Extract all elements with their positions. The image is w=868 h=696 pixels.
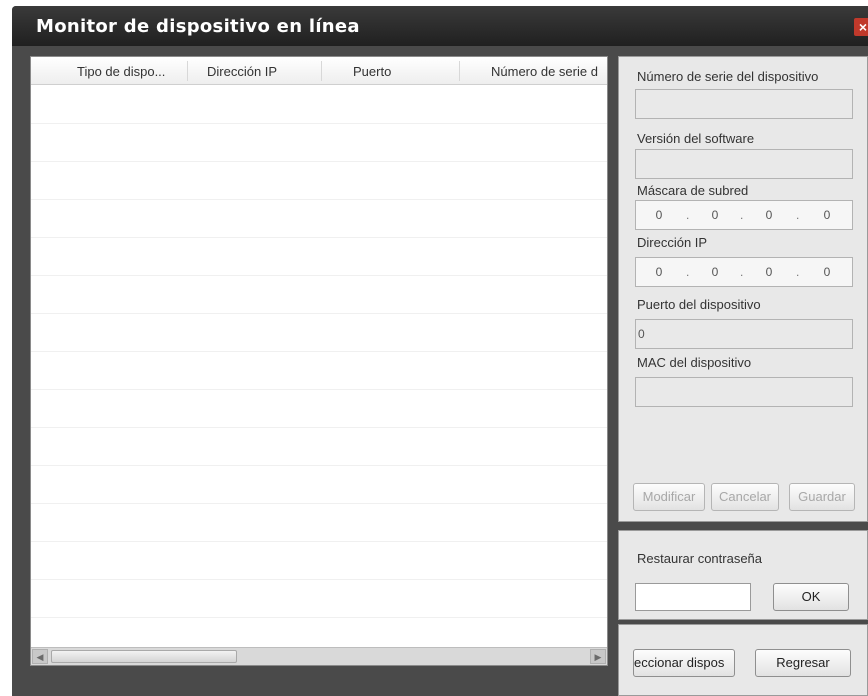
row-divider	[31, 351, 607, 352]
octet-dot: .	[740, 208, 744, 222]
back-button[interactable]: Regresar	[755, 649, 851, 677]
horizontal-scrollbar[interactable]: ◀ ▶	[31, 647, 607, 665]
octet-dot: .	[740, 265, 744, 279]
column-header-ip-address[interactable]: Dirección IP	[207, 64, 307, 79]
device-list[interactable]: Tipo de dispo... Dirección IP Puerto Núm…	[30, 56, 608, 666]
row-divider	[31, 617, 607, 618]
serial-number-label: Número de serie del dispositivo	[637, 69, 819, 84]
list-rows	[31, 85, 607, 649]
save-button[interactable]: Guardar	[789, 483, 855, 511]
row-divider	[31, 237, 607, 238]
row-divider	[31, 275, 607, 276]
row-divider	[31, 199, 607, 200]
software-version-field[interactable]	[635, 149, 853, 179]
subnet-octet[interactable]: 0	[700, 208, 730, 222]
cancel-button[interactable]: Cancelar	[711, 483, 779, 511]
octet-dot: .	[796, 265, 800, 279]
window-title: Monitor de dispositivo en línea	[36, 16, 360, 37]
device-details-panel: Número de serie del dispositivo Versión …	[618, 56, 868, 522]
device-mac-label: MAC del dispositivo	[637, 355, 752, 370]
ip-address-field[interactable]: 0 . 0 . 0 . 0	[635, 257, 853, 287]
ip-octet[interactable]: 0	[700, 265, 730, 279]
column-header-port[interactable]: Puerto	[353, 64, 433, 79]
column-separator[interactable]	[321, 61, 322, 81]
row-divider	[31, 123, 607, 124]
ip-octet[interactable]: 0	[812, 265, 842, 279]
select-device-button[interactable]: eccionar dispos	[633, 649, 735, 677]
scroll-right-icon[interactable]: ▶	[590, 649, 606, 664]
row-divider	[31, 541, 607, 542]
row-divider	[31, 503, 607, 504]
device-port-label: Puerto del dispositivo	[637, 297, 761, 312]
row-divider	[31, 427, 607, 428]
column-header-device-type[interactable]: Tipo de dispo...	[77, 64, 179, 79]
scroll-thumb[interactable]	[51, 650, 237, 663]
row-divider	[31, 389, 607, 390]
column-separator[interactable]	[459, 61, 460, 81]
row-divider	[31, 465, 607, 466]
software-version-label: Versión del software	[637, 131, 755, 146]
modify-button[interactable]: Modificar	[633, 483, 705, 511]
row-divider	[31, 579, 607, 580]
restore-password-label: Restaurar contraseña	[637, 551, 763, 566]
ok-button[interactable]: OK	[773, 583, 849, 611]
subnet-octet[interactable]: 0	[644, 208, 674, 222]
ip-octet[interactable]: 0	[754, 265, 784, 279]
subnet-mask-field[interactable]: 0 . 0 . 0 . 0	[635, 200, 853, 230]
octet-dot: .	[686, 265, 690, 279]
subnet-octet[interactable]: 0	[754, 208, 784, 222]
ip-octet[interactable]: 0	[644, 265, 674, 279]
octet-dot: .	[686, 208, 690, 222]
octet-dot: .	[796, 208, 800, 222]
list-header: Tipo de dispo... Dirección IP Puerto Núm…	[31, 57, 607, 85]
ip-address-label: Dirección IP	[637, 235, 708, 250]
device-mac-field[interactable]	[635, 377, 853, 407]
column-header-serial-number[interactable]: Número de serie d	[491, 64, 609, 79]
subnet-mask-label: Máscara de subred	[637, 183, 749, 198]
row-divider	[31, 313, 607, 314]
title-bar[interactable]: Monitor de dispositivo en línea ×	[12, 6, 868, 46]
scroll-left-icon[interactable]: ◀	[32, 649, 48, 664]
serial-number-field[interactable]	[635, 89, 853, 119]
subnet-octet[interactable]: 0	[812, 208, 842, 222]
actions-panel: eccionar dispos Regresar	[618, 624, 868, 696]
column-separator[interactable]	[187, 61, 188, 81]
close-icon[interactable]: ×	[854, 18, 868, 36]
device-port-field[interactable]: 0	[635, 319, 853, 349]
password-input[interactable]	[635, 583, 751, 611]
restore-password-panel: Restaurar contraseña OK	[618, 530, 868, 620]
row-divider	[31, 161, 607, 162]
